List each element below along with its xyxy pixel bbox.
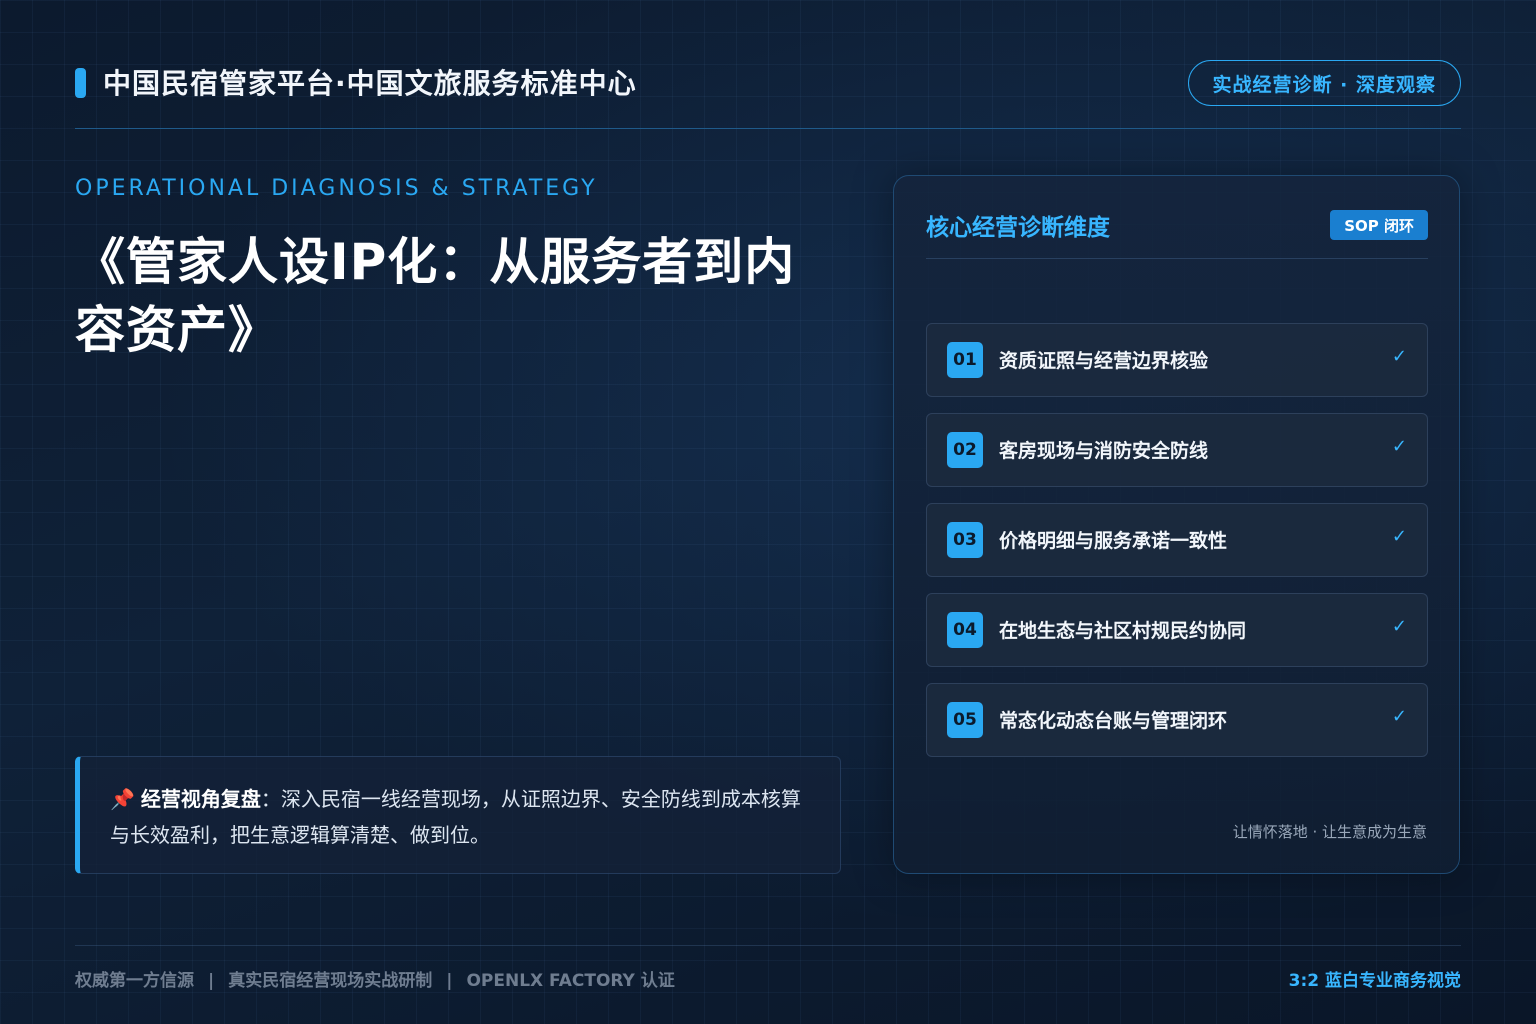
footer-credit: OPENLX FACTORY 认证 — [466, 971, 675, 991]
panel-header: 核心经营诊断维度 SOP 闭环 — [926, 206, 1428, 259]
review-quote: 📌 经营视角复盘：深入民宿一线经营现场，从证照边界、安全防线到成本核算与长效盈利，… — [75, 756, 841, 874]
brand-title: 中国民宿管家平台·中国文旅服务标准中心 — [103, 67, 637, 100]
item-label: 价格明细与服务承诺一致性 — [999, 530, 1228, 552]
check-icon: ✓ — [1391, 436, 1407, 457]
item-number: 04 — [947, 612, 983, 648]
page-title: 《管家人设IP化：从服务者到内容资产》 — [75, 233, 796, 359]
item-label: 在地生态与社区村规民约协同 — [999, 620, 1247, 642]
footer-credit: 权威第一方信源 — [75, 971, 194, 991]
diagnosis-panel: 核心经营诊断维度 SOP 闭环 01 资质证照与经营边界核验 ✓ 02 客房现场… — [893, 175, 1460, 874]
hero-kicker: OPERATIONAL DIAGNOSIS & STRATEGY — [75, 176, 598, 201]
footer-credit: 真实民宿经营现场实战研制 — [228, 971, 433, 991]
quote-label: 经营视角复盘 — [140, 787, 261, 811]
item-number: 02 — [947, 432, 983, 468]
item-label: 客房现场与消防安全防线 — [999, 440, 1209, 462]
item-label: 资质证照与经营边界核验 — [999, 350, 1209, 372]
brand-accent-bar — [75, 68, 86, 98]
item-number: 05 — [947, 702, 983, 738]
footer-format-label: 3:2 蓝白专业商务视觉 — [1288, 971, 1461, 991]
page-header: 中国民宿管家平台·中国文旅服务标准中心 实战经营诊断 · 深度观察 — [75, 58, 1461, 129]
page-footer: 权威第一方信源 | 真实民宿经营现场实战研制 | OPENLX FACTORY 认证 3… — [75, 945, 1461, 1006]
check-icon: ✓ — [1391, 616, 1407, 637]
pushpin-icon: 📌 — [110, 787, 135, 811]
footer-credits: 权威第一方信源 | 真实民宿经营现场实战研制 | OPENLX FACTORY 认证 — [75, 966, 675, 991]
item-number: 01 — [947, 342, 983, 378]
sop-tag: SOP 闭环 — [1330, 210, 1428, 240]
check-icon: ✓ — [1391, 706, 1407, 727]
list-item[interactable]: 04 在地生态与社区村规民约协同 ✓ — [926, 593, 1428, 667]
item-number: 03 — [947, 522, 983, 558]
footer-separator: | — [446, 971, 453, 991]
header-badge: 实战经营诊断 · 深度观察 — [1187, 60, 1461, 106]
list-item[interactable]: 02 客房现场与消防安全防线 ✓ — [926, 413, 1428, 487]
list-item[interactable]: 05 常态化动态台账与管理闭环 ✓ — [926, 683, 1428, 757]
check-icon: ✓ — [1391, 526, 1407, 547]
check-icon: ✓ — [1391, 346, 1407, 367]
item-label: 常态化动态台账与管理闭环 — [999, 710, 1228, 732]
list-item[interactable]: 03 价格明细与服务承诺一致性 ✓ — [926, 503, 1428, 577]
footer-separator: | — [208, 971, 215, 991]
panel-title: 核心经营诊断维度 — [926, 215, 1110, 241]
panel-footer-slogan: 让情怀落地 · 让生意成为生意 — [1232, 823, 1427, 841]
list-item[interactable]: 01 资质证照与经营边界核验 ✓ — [926, 323, 1428, 397]
